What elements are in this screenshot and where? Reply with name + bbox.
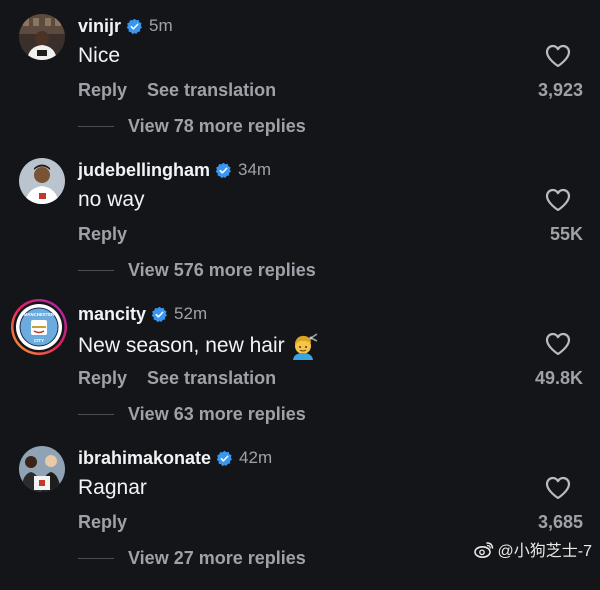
reply-button[interactable]: Reply [78, 368, 127, 388]
comment-text: Nice [78, 44, 121, 67]
comment-item-ibrahimakonate: ibrahimakonate 42m Ragnar Reply 3,685 Vi… [0, 446, 600, 590]
comment-username[interactable]: ibrahimakonate [78, 448, 211, 469]
like-count: 3,685 [537, 512, 583, 532]
comment-username[interactable]: judebellingham [78, 160, 210, 181]
reply-button[interactable]: Reply [78, 224, 127, 244]
heart-outline-icon[interactable] [545, 44, 571, 68]
reply-button[interactable]: Reply [78, 512, 127, 532]
comment-actions: Reply [78, 512, 127, 533]
comment-item-vinijr: vinijr 5m Nice Reply See translation 3,92… [0, 14, 600, 158]
like-count: 55K [549, 224, 583, 244]
view-more-replies-label[interactable]: View 63 more replies [128, 404, 306, 425]
avatar-mancity[interactable]: MANCHESTER CITY [10, 298, 68, 356]
heart-outline-icon[interactable] [545, 476, 571, 500]
verified-badge-icon [216, 450, 232, 466]
comment-text: Ragnar [78, 476, 147, 499]
heart-outline-icon[interactable] [545, 188, 571, 212]
like-count: 49.8K [534, 368, 583, 388]
logo-text-bottom: CITY [34, 338, 44, 343]
comment-text: no way [78, 188, 145, 211]
comment-username[interactable]: vinijr [78, 16, 121, 37]
divider-line [78, 125, 114, 127]
verified-badge-icon [215, 162, 231, 178]
see-translation-button[interactable]: See translation [147, 80, 276, 100]
view-more-replies[interactable]: View 78 more replies [78, 114, 306, 138]
watermark: @小狗芝士-7 [473, 537, 592, 561]
comment-text: New season, new hair [78, 332, 319, 360]
comment-username[interactable]: mancity [78, 304, 146, 325]
comment-actions: Reply [78, 224, 127, 245]
view-more-replies-label[interactable]: View 576 more replies [128, 260, 316, 281]
avatar-vinijr[interactable] [19, 14, 65, 60]
view-more-replies-label[interactable]: View 27 more replies [128, 548, 306, 569]
view-more-replies-label[interactable]: View 78 more replies [128, 116, 306, 137]
comment-item-judebellingham: judebellingham 34m no way Reply 55K View… [0, 158, 600, 302]
avatar-ibrahimakonate[interactable] [19, 446, 65, 492]
comment-timestamp: 42m [239, 448, 273, 467]
see-translation-button[interactable]: See translation [147, 368, 276, 388]
logo-text-top: MANCHESTER [24, 312, 55, 317]
comment-actions: Reply See translation [78, 80, 276, 101]
comment-timestamp: 34m [238, 160, 272, 179]
divider-line [78, 557, 114, 559]
view-more-replies[interactable]: View 63 more replies [78, 402, 306, 426]
comment-timestamp: 5m [149, 16, 173, 35]
view-more-replies[interactable]: View 27 more replies [78, 546, 306, 570]
divider-line [78, 413, 114, 415]
reply-button[interactable]: Reply [78, 80, 127, 100]
haircut-emoji-icon [292, 333, 318, 360]
weibo-logo-icon [473, 541, 493, 558]
divider-line [78, 269, 114, 271]
verified-badge-icon [151, 306, 167, 322]
comment-item-mancity: MANCHESTER CITY mancity 52m New season, … [0, 299, 600, 446]
view-more-replies[interactable]: View 576 more replies [78, 258, 316, 282]
comment-timestamp: 52m [174, 304, 208, 323]
comment-actions: Reply See translation [78, 368, 276, 389]
heart-outline-icon[interactable] [545, 332, 571, 356]
like-count: 3,923 [537, 80, 583, 100]
verified-badge-icon [126, 18, 142, 34]
watermark-text: @小狗芝士-7 [497, 543, 592, 560]
avatar-judebellingham[interactable] [19, 158, 65, 204]
